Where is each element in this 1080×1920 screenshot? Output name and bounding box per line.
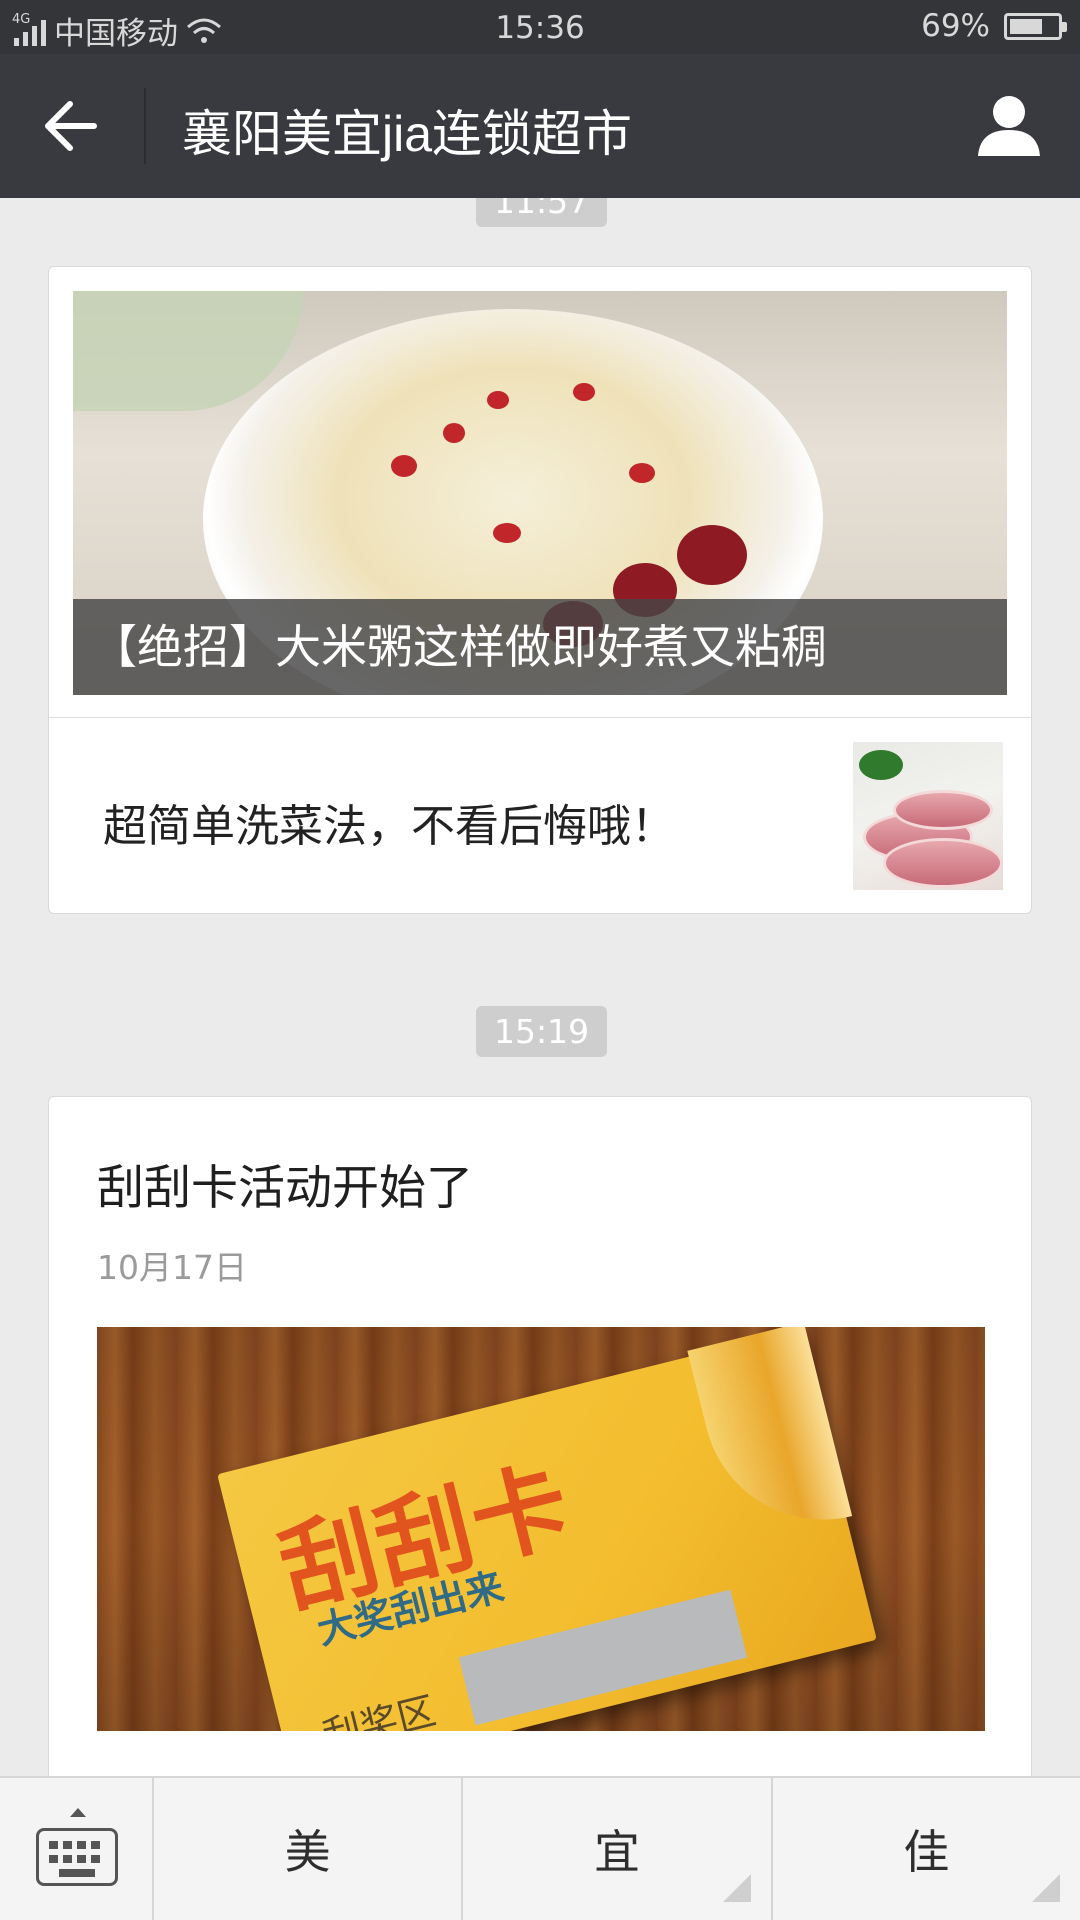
menu-button-label: 美	[284, 1825, 331, 1879]
sub-article-title: 超简单洗菜法，不看后悔哦！	[103, 801, 675, 852]
page-title: 襄阳美宜jia连锁超市	[182, 106, 633, 162]
menu-button-label: 佳	[903, 1825, 950, 1879]
submenu-indicator-icon	[722, 1874, 751, 1902]
chat-area[interactable]: 11:57 【绝招】大米粥这样做即好煮又粘稠 超简单洗菜法，不看后悔哦！ 15:…	[0, 198, 1080, 1776]
arrow-left-icon[interactable]	[40, 98, 100, 154]
menu-button-jia[interactable]: 佳	[773, 1778, 1080, 1920]
arrow-up-icon	[70, 1808, 86, 1817]
submenu-indicator-icon	[1031, 1874, 1060, 1902]
article-date: 10月17日	[97, 1248, 247, 1287]
bottom-menu-bar: 美 宜 佳	[0, 1776, 1080, 1920]
nav-divider	[144, 88, 146, 164]
sub-article-item[interactable]: 超简单洗菜法，不看后悔哦！	[49, 717, 1031, 913]
article-card[interactable]: 刮刮卡活动开始了 10月17日 刮刮卡 大奖刮出来 刮奖区	[48, 1096, 1032, 1776]
news-card[interactable]: 【绝招】大米粥这样做即好煮又粘稠 超简单洗菜法，不看后悔哦！	[48, 266, 1032, 914]
cover-title: 【绝招】大米粥这样做即好煮又粘稠	[73, 599, 1007, 695]
scratch-area-label: 刮奖区	[318, 1688, 440, 1731]
person-icon[interactable]	[976, 92, 1042, 158]
article-cover-image[interactable]: 刮刮卡 大奖刮出来 刮奖区	[97, 1327, 985, 1731]
timestamp-pill: 15:19	[476, 1006, 608, 1057]
keyboard-toggle-button[interactable]	[0, 1778, 154, 1920]
status-time: 15:36	[495, 10, 585, 46]
status-bar: 4G 中国移动 15:36 69%	[0, 0, 1080, 54]
menu-button-yi[interactable]: 宜	[463, 1778, 773, 1920]
nav-bar: 襄阳美宜jia连锁超市	[0, 54, 1080, 198]
timestamp-pill: 11:57	[476, 198, 608, 227]
sub-article-thumbnail	[853, 742, 1003, 890]
battery-percent: 69%	[921, 8, 990, 44]
keyboard-icon	[36, 1828, 118, 1886]
menu-button-mei[interactable]: 美	[154, 1778, 464, 1920]
article-title: 刮刮卡活动开始了	[97, 1161, 473, 1216]
menu-button-label: 宜	[593, 1825, 640, 1879]
cover-image[interactable]: 【绝招】大米粥这样做即好煮又粘稠	[73, 291, 1007, 695]
battery-icon	[1004, 12, 1067, 40]
